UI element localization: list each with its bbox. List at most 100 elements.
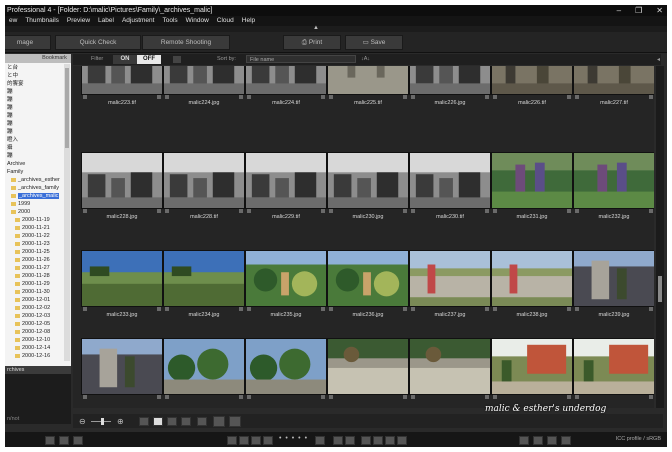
menu-item[interactable]: Cloud	[213, 16, 238, 26]
nav-next-icon[interactable]	[385, 436, 397, 445]
tree-item[interactable]: 蹦	[5, 96, 63, 104]
tree-item[interactable]: _archives_family	[5, 184, 63, 192]
remote-shooting-button[interactable]: Remote Shooting	[142, 35, 230, 50]
thumbnail-card[interactable]: malic228.jpg	[81, 152, 163, 249]
tree-item[interactable]: 2000-12-01	[5, 296, 63, 304]
camera-icon[interactable]	[561, 436, 573, 445]
nav-first-icon[interactable]	[361, 436, 373, 445]
thumbnail-card[interactable]	[327, 338, 409, 408]
menu-item[interactable]: Window	[182, 16, 213, 26]
thumbnail-card[interactable]: malic231.jpg	[491, 152, 573, 249]
close-icon[interactable]: ✕	[656, 5, 663, 16]
tree-item[interactable]: 2000-12-19	[5, 360, 63, 361]
rotate-left-90-icon[interactable]	[251, 436, 263, 445]
print-button[interactable]: ⎙ Print	[283, 35, 341, 50]
thumbnail-image[interactable]	[163, 338, 245, 395]
panel-3-icon[interactable]	[547, 436, 559, 445]
tree-item[interactable]: 2000-11-23	[5, 240, 63, 248]
thumbnail-card[interactable]: malic239.jpg	[573, 250, 654, 347]
tree-item[interactable]: 2000-11-22	[5, 232, 63, 240]
layout-grid-icon[interactable]	[45, 436, 57, 445]
edit-image-button[interactable]: mage	[5, 35, 51, 50]
thumbnail-card[interactable]: malic226.jpg	[409, 66, 491, 135]
thumbnail-card[interactable]: malic233.jpg	[81, 250, 163, 347]
thumbnail-image[interactable]	[81, 66, 163, 95]
thumbnail-card[interactable]: malic224.jpg	[163, 66, 245, 135]
thumbnail-image[interactable]	[491, 152, 573, 209]
thumbnail-card[interactable]: malic227.tif	[573, 66, 654, 135]
tree-item[interactable]: 2000-12-10	[5, 336, 63, 344]
sidebar-scrollbar[interactable]	[64, 64, 70, 361]
menu-item[interactable]: Tools	[158, 16, 181, 26]
tree-item[interactable]: 2000-12-02	[5, 304, 63, 312]
view-details-icon[interactable]	[167, 417, 179, 426]
view-single-icon[interactable]	[213, 416, 227, 427]
collapse-caret-icon[interactable]: ▲	[313, 25, 319, 31]
tree-item[interactable]: 蹦	[5, 128, 63, 136]
menu-item[interactable]: Label	[94, 16, 118, 26]
tree-item[interactable]: 攝	[5, 144, 63, 152]
tree-item[interactable]: 2000-11-27	[5, 264, 63, 272]
zoom-in-icon[interactable]: ⊕	[117, 417, 124, 426]
view-compare-icon[interactable]	[229, 416, 243, 427]
thumbnail-image[interactable]	[81, 152, 163, 209]
check-mark-icon[interactable]	[411, 209, 415, 213]
view-grid-icon[interactable]	[139, 417, 151, 426]
check-mark-icon[interactable]	[83, 95, 87, 99]
check-mark-icon[interactable]	[329, 209, 333, 213]
thumbnail-image[interactable]	[327, 250, 409, 307]
thumbnail-card[interactable]: malic235.jpg	[245, 250, 327, 347]
thumbnail-card[interactable]	[409, 338, 491, 408]
check-mark-icon[interactable]	[575, 307, 579, 311]
sort-direction-button[interactable]: ↓A↓	[361, 56, 370, 62]
thumbnail-card[interactable]: malic232.jpg	[573, 152, 654, 249]
rotate-right-90-icon[interactable]	[263, 436, 275, 445]
zoom-out-icon[interactable]: ⊖	[79, 417, 86, 426]
thumbnail-image[interactable]	[327, 66, 409, 95]
thumbnail-image[interactable]	[245, 66, 327, 95]
tree-item[interactable]: 瞪入	[5, 136, 63, 144]
tree-item[interactable]: 2000-11-21	[5, 224, 63, 232]
thumbnail-card[interactable]: malic226.tif	[491, 66, 573, 135]
tree-item[interactable]: 蹦	[5, 152, 63, 160]
check-mark-icon[interactable]	[247, 209, 251, 213]
thumbnail-image[interactable]	[573, 152, 654, 209]
tree-item[interactable]: Family	[5, 168, 63, 176]
nav-prev-icon[interactable]	[373, 436, 385, 445]
thumbnail-image[interactable]	[245, 152, 327, 209]
grid-scrollbar[interactable]	[656, 66, 664, 408]
check-mark-icon[interactable]	[493, 209, 497, 213]
thumbnail-image[interactable]	[163, 152, 245, 209]
filter-off[interactable]: OFF	[137, 55, 161, 64]
check-mark-2-icon[interactable]	[345, 436, 357, 445]
check-mark-icon[interactable]	[493, 95, 497, 99]
layout-split-icon[interactable]	[59, 436, 71, 445]
check-mark-icon[interactable]	[575, 395, 579, 399]
nav-last-icon[interactable]	[397, 436, 409, 445]
menu-item[interactable]: Thumbnails	[21, 16, 63, 26]
save-button[interactable]: ▭ Save	[345, 35, 403, 50]
zoom-slider-handle[interactable]	[101, 418, 104, 425]
thumbnail-image[interactable]	[573, 338, 654, 395]
thumbnail-image[interactable]	[81, 338, 163, 395]
filter-options-icon[interactable]	[173, 56, 181, 63]
quick-check-button[interactable]: Quick Check	[55, 35, 141, 50]
thumbnail-card[interactable]: malic223.tif	[81, 66, 163, 135]
thumbnail-image[interactable]	[163, 66, 245, 95]
thumbnail-image[interactable]	[245, 338, 327, 395]
check-mark-icon[interactable]	[165, 395, 169, 399]
panel-2-icon[interactable]	[533, 436, 545, 445]
menu-item[interactable]: ew	[5, 16, 21, 26]
panel-toggle-icon[interactable]: ◂	[657, 56, 660, 63]
thumbnail-card[interactable]: malic225.tif	[327, 66, 409, 135]
thumbnail-image[interactable]	[491, 338, 573, 395]
check-mark-icon[interactable]	[165, 209, 169, 213]
menu-item[interactable]: Help	[238, 16, 259, 26]
tree-item[interactable]: 2000	[5, 208, 63, 216]
thumbnail-image[interactable]	[409, 152, 491, 209]
menu-item[interactable]: Preview	[63, 16, 94, 26]
tree-item[interactable]: _archives_esther	[5, 176, 63, 184]
filter-toggle[interactable]: ON OFF	[113, 55, 161, 64]
tree-item[interactable]: 2000-11-29	[5, 280, 63, 288]
sort-select[interactable]: File name	[246, 55, 356, 63]
